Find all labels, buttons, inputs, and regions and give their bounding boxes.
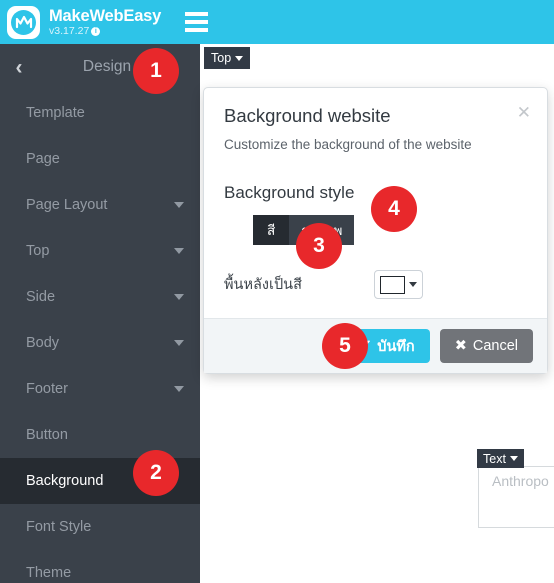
brand-name: MakeWebEasy: [49, 6, 162, 25]
cancel-button[interactable]: ✖ Cancel: [439, 329, 533, 363]
sidebar-item-label: Button: [26, 427, 68, 443]
sidebar-item-footer[interactable]: Footer: [0, 366, 200, 412]
step-badge-5: 5: [322, 323, 368, 369]
canvas-tag-top-label: Top: [211, 51, 232, 65]
sidebar-item-label: Background: [26, 473, 104, 489]
canvas-tag-text-label: Text: [483, 451, 506, 466]
canvas-tag-text[interactable]: Text: [477, 449, 524, 468]
sidebar-item-template[interactable]: Template: [0, 90, 200, 136]
sidebar-item-top[interactable]: Top: [0, 228, 200, 274]
brand-text-block: MakeWebEasy v3.17.27 i: [49, 6, 162, 37]
chevron-down-icon: [174, 294, 184, 300]
close-icon[interactable]: ✕: [517, 104, 531, 121]
sidebar-item-body[interactable]: Body: [0, 320, 200, 366]
sidebar-item-label: Font Style: [26, 519, 92, 535]
sidebar-item-label: Footer: [26, 381, 68, 397]
sidebar-item-list: Template Page Page Layout Top Side Body Footer…: [0, 90, 200, 583]
canvas-tag-top[interactable]: Top: [204, 47, 251, 69]
sidebar-item-button[interactable]: Button: [0, 412, 200, 458]
save-button-label: บันทึก: [377, 338, 415, 355]
logo-circle-icon: [11, 9, 36, 35]
brand-version: v3.17.27 i: [49, 26, 161, 37]
chevron-down-icon: [174, 340, 184, 346]
modal-body: Background style สีรูปภาพ พื้นหลังเป็นสี: [204, 152, 547, 299]
chevron-down-icon: [409, 282, 417, 287]
sidebar-item-side[interactable]: Side: [0, 274, 200, 320]
sidebar-item-label: Body: [26, 335, 60, 351]
canvas-element-text: Anthropo: [492, 473, 549, 489]
step-badge-2: 2: [133, 450, 179, 496]
chevron-down-icon: [174, 248, 184, 254]
sidebar: ‹ Design Template Page Page Layout Top Side B…: [0, 44, 200, 583]
sidebar-item-label: Side: [26, 289, 56, 305]
sidebar-item-label: Theme: [26, 565, 72, 581]
chevron-down-icon: [174, 386, 184, 392]
hamburger-menu-icon[interactable]: [185, 12, 209, 32]
step-badge-4: 4: [371, 186, 417, 232]
color-picker-dropdown[interactable]: [374, 270, 423, 299]
color-swatch: [380, 275, 405, 294]
top-brand-bar: MakeWebEasy v3.17.27 i: [0, 0, 554, 44]
sidebar-item-theme[interactable]: Theme: [0, 550, 200, 583]
step-badge-3: 3: [296, 223, 342, 269]
chevron-down-icon: [509, 456, 518, 461]
close-icon: ✖: [454, 338, 467, 354]
chevron-down-icon: [235, 55, 244, 61]
modal-title: Background website: [224, 105, 391, 126]
background-style-option-color[interactable]: สี: [253, 215, 290, 245]
sidebar-item-font-style[interactable]: Font Style: [0, 504, 200, 550]
cancel-button-label: Cancel: [472, 338, 518, 354]
sidebar-item-label: Top: [26, 243, 50, 259]
sidebar-item-page[interactable]: Page: [0, 136, 200, 182]
info-icon[interactable]: i: [91, 27, 101, 36]
sidebar-item-label: Template: [26, 105, 85, 121]
background-color-field-row: พื้นหลังเป็นสี: [224, 270, 527, 299]
background-website-modal: Background website Customize the backgro…: [203, 87, 548, 374]
sidebar-item-page-layout[interactable]: Page Layout: [0, 182, 200, 228]
sidebar-item-label: Page: [26, 151, 60, 167]
step-badge-1: 1: [133, 48, 179, 94]
app-root: MakeWebEasy v3.17.27 i ‹ Design Template P…: [0, 0, 554, 583]
chevron-left-icon[interactable]: ‹: [0, 57, 38, 78]
modal-header: Background website Customize the backgro…: [204, 88, 547, 152]
chevron-down-icon: [174, 202, 184, 208]
app-logo[interactable]: [7, 5, 40, 39]
logo-wave-icon: [15, 15, 32, 29]
modal-subtitle: Customize the background of the website: [224, 137, 472, 152]
background-style-option-label: สี: [267, 223, 276, 238]
modal-footer: ✔ บันทึก ✖ Cancel: [204, 318, 547, 373]
background-color-label: พื้นหลังเป็นสี: [224, 277, 302, 293]
sidebar-item-label: Page Layout: [26, 197, 108, 213]
